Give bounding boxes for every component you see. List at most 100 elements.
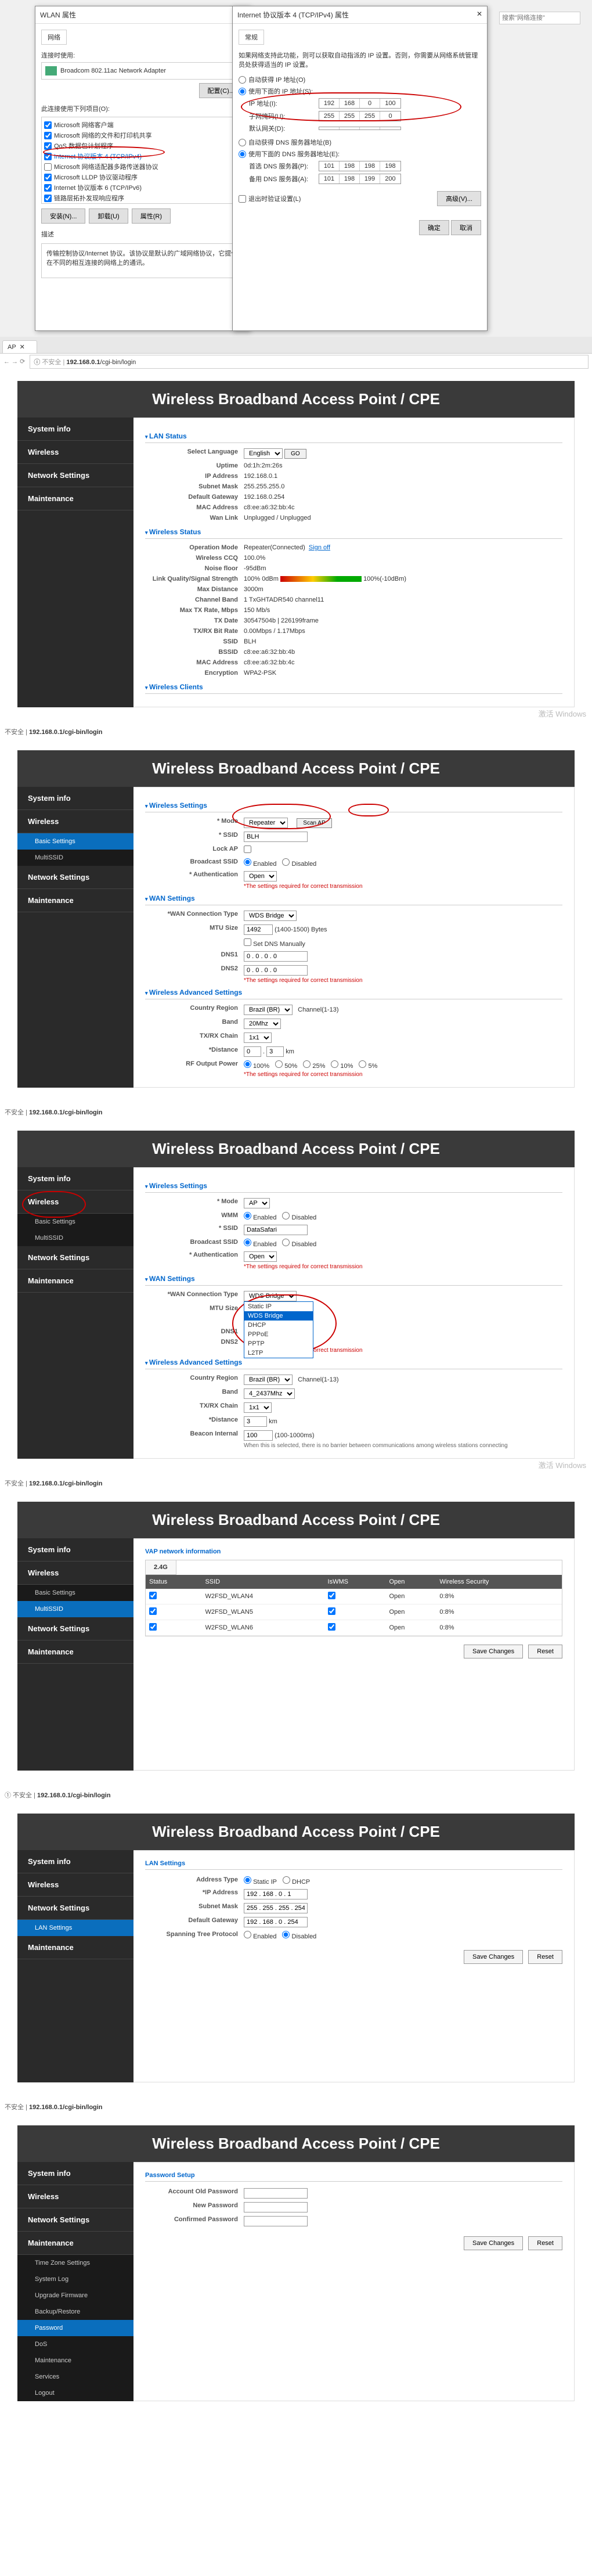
beacon-input[interactable]	[244, 1430, 273, 1441]
mtu-input[interactable]	[244, 924, 273, 935]
proto-check[interactable]	[44, 184, 52, 192]
auth-select[interactable]: Open	[244, 871, 277, 882]
vap-enable-check[interactable]	[149, 1607, 157, 1615]
bcast-enabled-radio[interactable]	[244, 858, 251, 866]
rf-power-radio[interactable]	[303, 1060, 311, 1068]
wmm-enabled-radio[interactable]	[244, 1212, 251, 1219]
sidebar-item-system[interactable]: System info	[17, 1850, 133, 1873]
sidebar-item-maintenance[interactable]: Maintenance	[17, 1936, 133, 1959]
rf-power-radio[interactable]	[275, 1060, 283, 1068]
scan-ap-button[interactable]: Scan AP	[297, 818, 331, 828]
ssid-input[interactable]	[244, 1225, 308, 1235]
sidebar-item-network[interactable]: Network Settings	[17, 464, 133, 487]
sidebar-item-maintenance[interactable]: Maintenance	[17, 2232, 133, 2255]
txrx-select[interactable]: 1x1	[244, 1032, 272, 1043]
browser-tab[interactable]: AP ✕	[2, 340, 37, 353]
reset-button[interactable]: Reset	[528, 1950, 562, 1964]
sidebar-item-wireless[interactable]: Wireless	[17, 810, 133, 833]
sidebar-item-network[interactable]: Network Settings	[17, 1617, 133, 1640]
ok-button[interactable]: 确定	[419, 220, 449, 235]
sidebar-item-network[interactable]: Network Settings	[17, 1897, 133, 1920]
sidebar-sub-multissid[interactable]: MultiSSID	[17, 850, 133, 866]
sidebar-sub-basic[interactable]: Basic Settings	[17, 1585, 133, 1601]
dist-b-input[interactable]	[266, 1046, 284, 1057]
band-select[interactable]: 4_2437Mhz	[244, 1388, 295, 1399]
gateway-input[interactable]	[319, 127, 401, 130]
ssid-input[interactable]	[244, 832, 308, 842]
sidebar-item-maintenance[interactable]: Maintenance	[17, 487, 133, 510]
bcast-disabled-radio[interactable]	[282, 1239, 290, 1246]
advanced-button[interactable]: 高级(V)...	[437, 191, 481, 206]
sidebar-item-system[interactable]: System info	[17, 418, 133, 441]
sidebar-item-wireless[interactable]: Wireless	[17, 1562, 133, 1585]
sidebar-sub-upgrade[interactable]: Upgrade Firmware	[17, 2287, 133, 2304]
rf-power-radio[interactable]	[359, 1060, 366, 1068]
cancel-button[interactable]: 取消	[451, 220, 481, 235]
section-lan-status[interactable]: LAN Status	[145, 432, 562, 443]
sidebar-sub-multissid[interactable]: MultiSSID	[17, 1230, 133, 1246]
region-select[interactable]: Brazil (BR)	[244, 1005, 293, 1015]
vap-wms-check[interactable]	[328, 1607, 335, 1615]
confirm-password-input[interactable]	[244, 2216, 308, 2226]
sidebar-item-wireless[interactable]: Wireless	[17, 441, 133, 464]
sidebar-item-wireless[interactable]: Wireless	[17, 2185, 133, 2208]
reset-button[interactable]: Reset	[528, 2236, 562, 2250]
lan-mask-input[interactable]	[244, 1903, 308, 1913]
section-wireless-advanced[interactable]: Wireless Advanced Settings	[145, 1358, 562, 1369]
section-wireless-settings[interactable]: Wireless Settings	[145, 1182, 562, 1193]
sidebar-item-wireless[interactable]: Wireless	[17, 1873, 133, 1897]
dns1-input[interactable]: 101198198198	[319, 161, 401, 171]
sidebar-item-maintenance[interactable]: Maintenance	[17, 889, 133, 912]
bcast-disabled-radio[interactable]	[282, 858, 290, 866]
section-wan-settings[interactable]: WAN Settings	[145, 1275, 562, 1286]
static-ip-radio[interactable]	[244, 1876, 251, 1884]
proto-check[interactable]	[44, 132, 52, 139]
auth-select[interactable]: Open	[244, 1251, 277, 1262]
go-button[interactable]: GO	[284, 449, 306, 459]
sidebar-item-network[interactable]: Network Settings	[17, 866, 133, 889]
section-wireless-advanced[interactable]: Wireless Advanced Settings	[145, 988, 562, 999]
sidebar-item-network[interactable]: Network Settings	[17, 2208, 133, 2232]
mode-select[interactable]: AP	[244, 1198, 270, 1208]
sidebar-sub-lan[interactable]: LAN Settings	[17, 1920, 133, 1936]
sidebar-sub-password[interactable]: Password	[17, 2320, 133, 2336]
distance-input[interactable]	[244, 1416, 267, 1427]
sidebar-item-wireless[interactable]: Wireless	[17, 1190, 133, 1214]
tab-24g[interactable]: 2.4G	[146, 1560, 176, 1575]
sidebar-item-system[interactable]: System info	[17, 1538, 133, 1562]
wan-type-select[interactable]: WDS Bridge	[244, 911, 297, 921]
save-button[interactable]: Save Changes	[464, 2236, 523, 2250]
sidebar-item-system[interactable]: System info	[17, 787, 133, 810]
sidebar-sub-basic[interactable]: Basic Settings	[17, 833, 133, 850]
save-button[interactable]: Save Changes	[464, 1950, 523, 1964]
band-select[interactable]: 20Mhz	[244, 1019, 281, 1029]
old-password-input[interactable]	[244, 2188, 308, 2199]
tab-network[interactable]: 网络	[41, 30, 67, 45]
bcast-enabled-radio[interactable]	[244, 1239, 251, 1246]
save-button[interactable]: Save Changes	[464, 1645, 523, 1658]
lan-ip-input[interactable]	[244, 1889, 308, 1899]
close-icon[interactable]: ✕	[477, 10, 482, 20]
proto-check[interactable]	[44, 121, 52, 129]
uninstall-button[interactable]: 卸载(U)	[89, 208, 128, 224]
protocol-list[interactable]: Microsoft 网络客户端 Microsoft 网络的文件和打印机共享 Qo…	[41, 117, 243, 204]
mode-select[interactable]: Repeater	[244, 818, 288, 828]
reset-button[interactable]: Reset	[528, 1645, 562, 1658]
search-connections-input[interactable]	[499, 12, 580, 24]
rf-power-radio[interactable]	[331, 1060, 338, 1068]
sidebar-item-network[interactable]: Network Settings	[17, 1246, 133, 1269]
new-password-input[interactable]	[244, 2202, 308, 2212]
proto-check[interactable]	[44, 174, 52, 181]
dns1-input[interactable]	[244, 951, 308, 962]
proto-check[interactable]	[44, 195, 52, 202]
proto-check[interactable]	[44, 142, 52, 150]
proto-check[interactable]	[44, 153, 52, 160]
manual-dns-radio[interactable]	[239, 150, 246, 158]
section-wireless-clients[interactable]: Wireless Clients	[145, 683, 562, 694]
vap-wms-check[interactable]	[328, 1592, 335, 1599]
wan-type-dropdown-list[interactable]: Static IP WDS Bridge DHCP PPPoE PPTP L2T…	[244, 1301, 313, 1358]
wmm-disabled-radio[interactable]	[282, 1212, 290, 1219]
nav-icons[interactable]: ← → ⟳	[3, 358, 25, 365]
rf-power-radio[interactable]	[244, 1060, 251, 1068]
wan-type-select[interactable]: WDS Bridge	[244, 1291, 297, 1301]
